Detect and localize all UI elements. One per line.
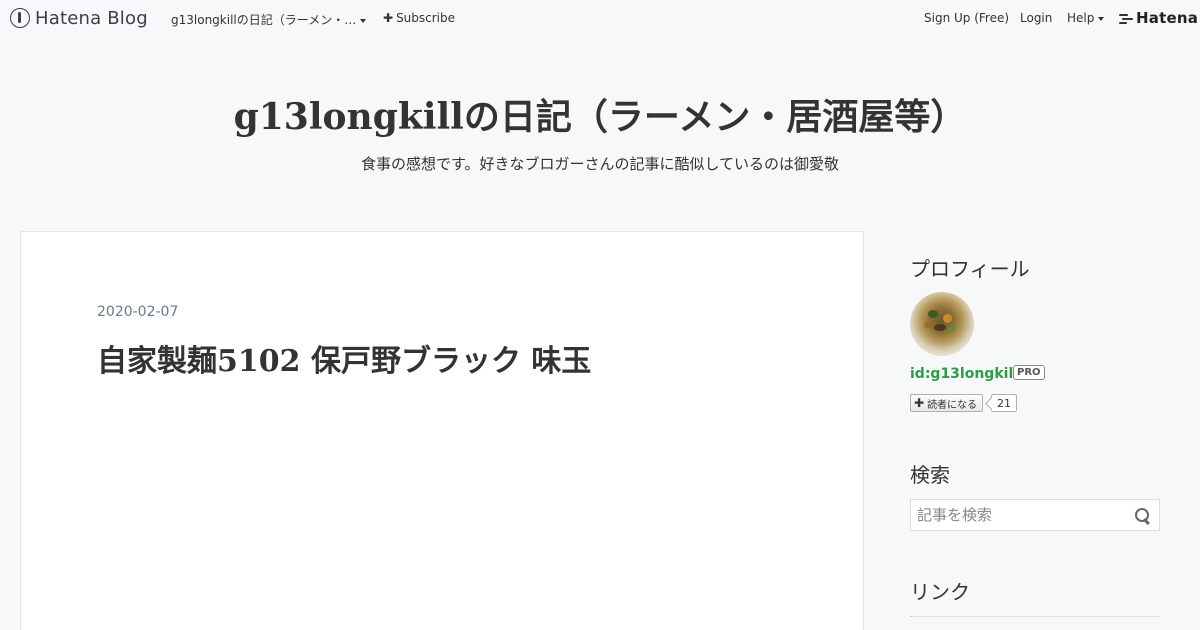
sidebar: プロフィール id:g13longkill PRO ✚読者になる 21 検索 リ…: [892, 231, 1180, 630]
article-title[interactable]: 自家製麺5102 保戸野ブラック 味玉: [97, 336, 591, 380]
hatena-blog-logo[interactable]: Hatena Blog: [10, 6, 148, 30]
help-label: Help: [1067, 11, 1095, 25]
logo-text: Hatena Blog: [35, 7, 148, 29]
subscribe-label: Subscribe: [396, 11, 456, 25]
plus-icon: ✚: [383, 11, 394, 25]
hatena-mark-icon: [1119, 13, 1133, 24]
hatena-blog-logo-icon: [10, 8, 30, 28]
search-form: [910, 499, 1160, 531]
signup-link[interactable]: Sign Up (Free): [924, 11, 1009, 25]
subscribe-button[interactable]: ✚ Subscribe: [383, 11, 455, 25]
pro-badge: PRO: [1013, 365, 1045, 380]
blog-name-label: g13longkillの日記（ラーメン・…: [171, 13, 357, 27]
divider: [910, 616, 1160, 617]
blog-description: 食事の感想です。好きなブロガーさんの記事に酷似しているのは御愛敬: [360, 155, 840, 173]
reader-count: 21: [991, 394, 1017, 412]
help-menu[interactable]: Help: [1067, 11, 1105, 25]
search-icon[interactable]: [1134, 507, 1152, 525]
blog-title[interactable]: g13longkillの日記（ラーメン・居酒屋等）: [0, 88, 1200, 140]
caret-down-icon: [360, 18, 367, 23]
reader-button-label: 読者になる: [927, 399, 978, 411]
profile-id-link[interactable]: id:g13longkill: [910, 366, 1018, 382]
plus-icon: ✚: [914, 396, 925, 410]
caret-down-icon: [1098, 16, 1105, 21]
avatar[interactable]: [910, 292, 974, 356]
hatena-logo-text: Hatena: [1136, 9, 1199, 27]
blog-name-menu[interactable]: g13longkillの日記（ラーメン・…: [171, 11, 367, 28]
hatena-logo[interactable]: Hatena: [1119, 9, 1198, 27]
search-input[interactable]: [911, 500, 1131, 530]
article-card: 2020-02-07 自家製麺5102 保戸野ブラック 味玉: [20, 231, 864, 630]
links-heading: リンク: [910, 580, 970, 604]
search-heading: 検索: [910, 463, 950, 487]
subscribe-reader-button[interactable]: ✚ 読者になる: [910, 394, 984, 412]
profile-heading: プロフィール: [910, 257, 1030, 281]
login-link[interactable]: Login: [1020, 11, 1052, 25]
global-header: Hatena Blog g13longkillの日記（ラーメン・… ✚ Subsc…: [0, 0, 1200, 36]
article-date[interactable]: 2020-02-07: [97, 304, 178, 320]
